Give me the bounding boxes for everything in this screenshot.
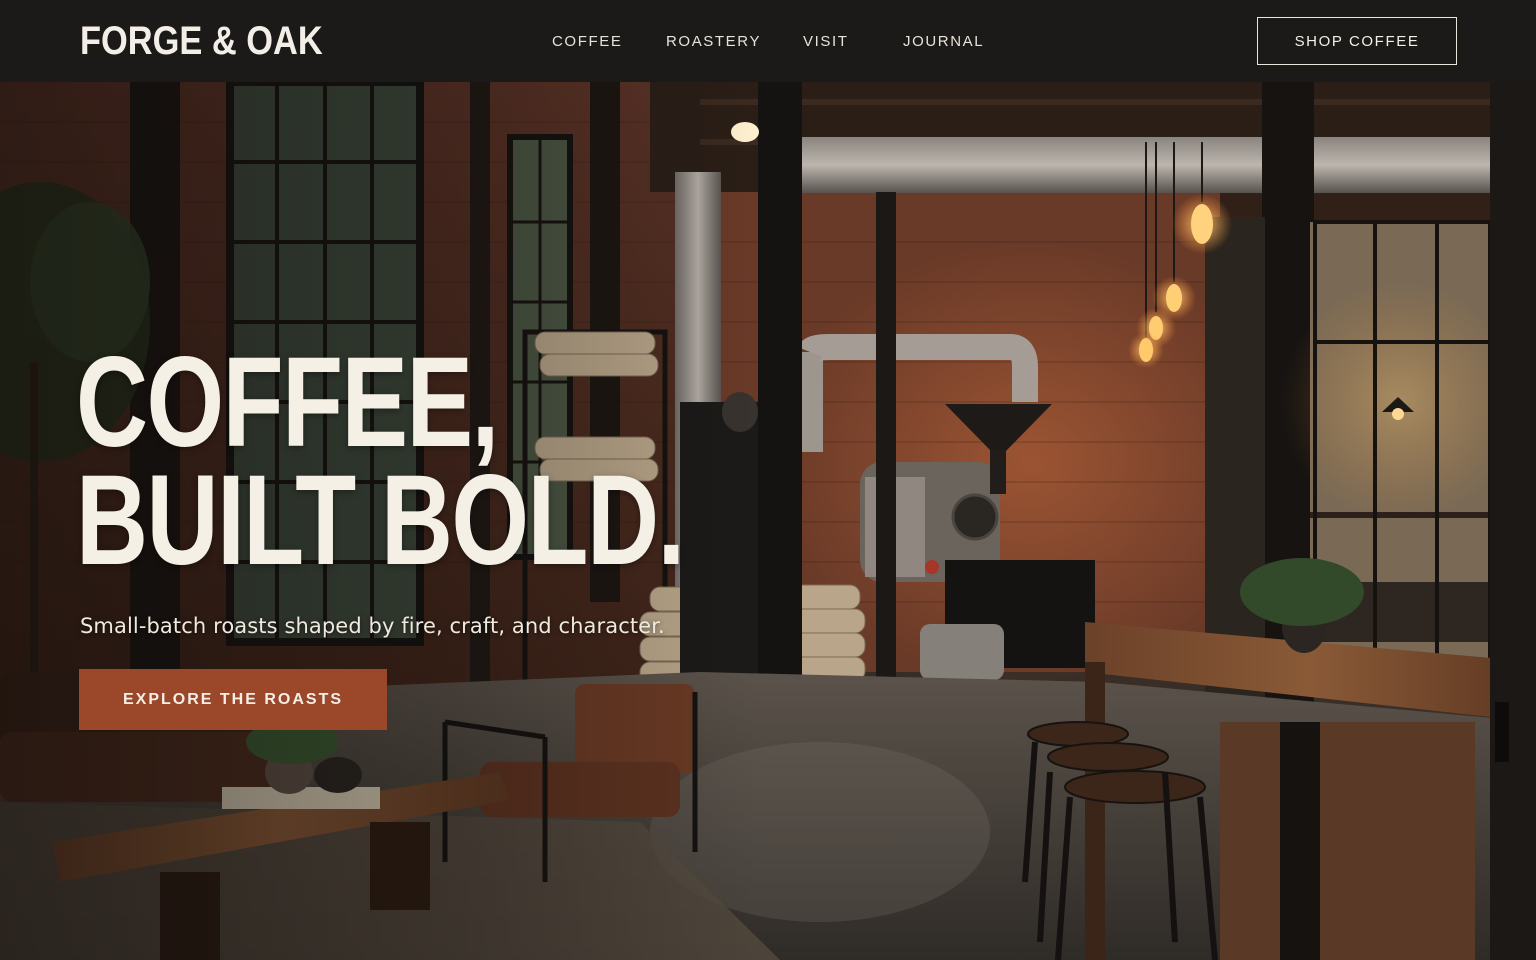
nav-link-journal[interactable]: JOURNAL [903, 33, 984, 50]
top-nav-bar: FORGE & OAK COFFEE ROASTERY VISIT JOURNA… [0, 0, 1536, 82]
explore-roasts-button[interactable]: EXPLORE THE ROASTS [79, 669, 387, 730]
nav-link-coffee[interactable]: COFFEE [552, 33, 622, 50]
hero-subhead: Small-batch roasts shaped by fire, craft… [80, 614, 665, 638]
hero-headline: COFFEE, BUILT BOLD. [76, 331, 685, 592]
hero-headline-line-2: BUILT BOLD. [76, 449, 685, 592]
hero-section: COFFEE, BUILT BOLD. Small-batch roasts s… [0, 82, 1536, 960]
shop-coffee-button[interactable]: SHOP COFFEE [1257, 17, 1457, 65]
nav-link-roastery[interactable]: ROASTERY [666, 33, 761, 50]
nav-link-visit[interactable]: VISIT [803, 33, 849, 50]
brand-logo[interactable]: FORGE & OAK [80, 18, 323, 64]
hero-headline-line-1: COFFEE, [76, 331, 499, 474]
